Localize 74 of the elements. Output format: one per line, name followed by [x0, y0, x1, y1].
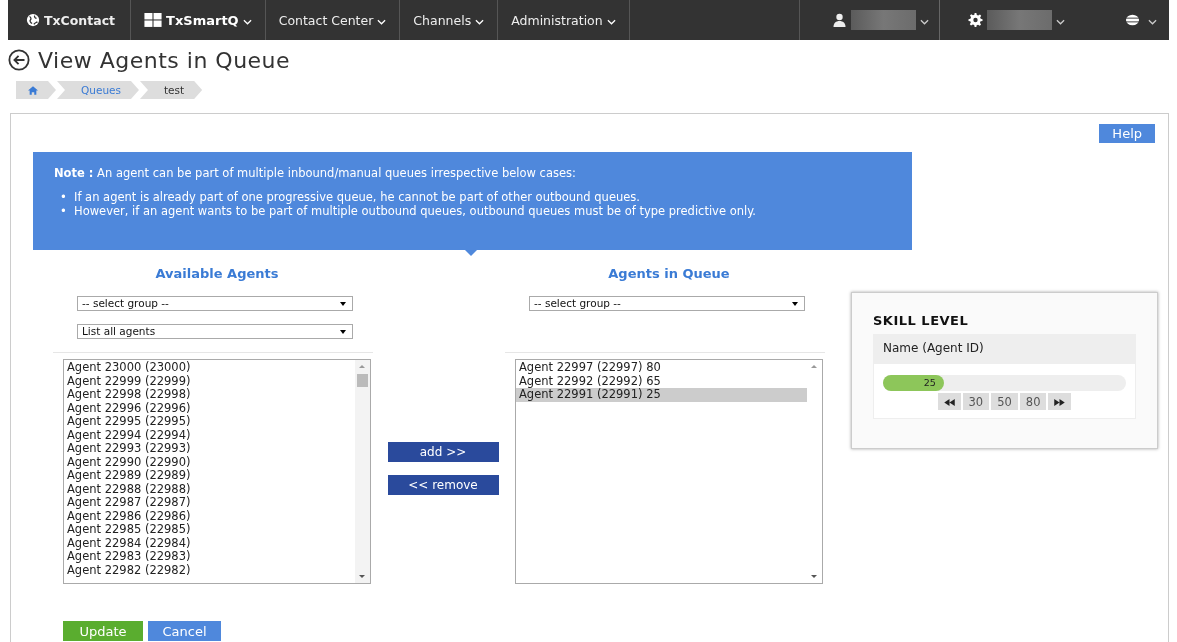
agent-option[interactable]: Agent 22983 (22983) — [64, 550, 355, 564]
preset-button[interactable]: 80 — [1019, 393, 1047, 410]
note-item: If an agent is already part of one progressive queue, he cannot be part of other outbound queues. — [74, 190, 640, 204]
home-icon — [28, 85, 38, 95]
chevron-icon — [1148, 18, 1157, 25]
globe-icon — [26, 13, 40, 27]
agent-option[interactable]: Agent 22987 (22987) — [64, 496, 355, 510]
filter-select[interactable]: List all agents — [77, 324, 353, 339]
page-title: View Agents in Queue — [38, 47, 291, 73]
slider-track[interactable]: 25 — [883, 375, 1126, 391]
chevron-icon — [606, 18, 616, 25]
remove-button[interactable]: << remove — [387, 475, 499, 495]
agent-option[interactable]: Agent 22990 (22990) — [64, 455, 355, 469]
dropdown-icon — [340, 302, 346, 306]
agent-option[interactable]: Agent 22996 (22996) — [64, 401, 355, 415]
agent-option[interactable]: Agent 22991 (22991) 25 — [516, 388, 807, 402]
preset-button[interactable]: 50 — [991, 393, 1018, 410]
agent-option[interactable]: Agent 22993 (22993) — [64, 442, 355, 456]
agent-option[interactable]: Agent 22995 (22995) — [64, 415, 355, 429]
agent-option[interactable]: Agent 22984 (22984) — [64, 536, 355, 550]
preset-button[interactable]: 30 — [962, 393, 990, 410]
increase-button[interactable] — [1048, 393, 1072, 410]
agent-option[interactable]: Agent 22999 (22999) — [64, 374, 355, 388]
agent-option[interactable]: Agent 22985 (22985) — [64, 523, 355, 537]
help-button[interactable]: Help — [1099, 124, 1155, 143]
settings-icon — [968, 13, 983, 27]
agent-option[interactable]: Agent 22994 (22994) — [64, 428, 355, 442]
nav-menu[interactable]: Channels — [400, 0, 498, 40]
dropdown-icon — [340, 330, 346, 334]
back-icon[interactable] — [8, 49, 30, 71]
user-icon — [832, 13, 847, 27]
globe-icon — [1125, 13, 1140, 27]
fast-forward-icon — [1054, 398, 1066, 406]
group-select[interactable]: -- select group -- — [529, 296, 805, 311]
agent-option[interactable]: Agent 22989 (22989) — [64, 469, 355, 483]
agent-option[interactable]: Agent 22986 (22986) — [64, 509, 355, 523]
nav-menu[interactable]: Administration — [498, 0, 629, 40]
nav-menu[interactable]: TxSmartQ — [131, 0, 265, 40]
slider-fill[interactable]: 25 — [883, 375, 944, 391]
decrease-button[interactable] — [937, 393, 961, 410]
agent-option[interactable]: Agent 22998 (22998) — [64, 388, 355, 402]
chevron-icon — [475, 18, 485, 25]
chevron-icon — [242, 18, 252, 25]
column-heading: Available Agents — [154, 266, 280, 282]
rewind-icon — [943, 398, 955, 406]
queue-agent-list[interactable]: Agent 22997 (22997) 80 Agent 22992 (22992) 65 Agent 22991 (22991) 25 — [515, 359, 823, 584]
chevron-icon — [377, 18, 387, 25]
breadcrumb-current[interactable]: test — [139, 81, 203, 99]
agent-option[interactable]: Agent 22992 (22992) 65 — [516, 374, 807, 388]
card-title: SKILL LEVEL — [873, 313, 970, 328]
column-header: Name (Agent ID) — [874, 335, 1135, 364]
agent-option[interactable]: Agent 22982 (22982) — [64, 563, 355, 577]
agent-option[interactable]: Agent 23000 (23000) — [64, 361, 355, 375]
dropdown-icon — [792, 302, 798, 306]
redacted-name — [987, 10, 1052, 30]
note-text: Note : An agent can be part of multiple inbound/manual queues irrespective below cases: — [54, 166, 577, 180]
add-button[interactable]: add >> — [387, 442, 499, 462]
bullet: • — [60, 190, 68, 204]
nav-menu[interactable]: Contact Center — [265, 0, 400, 40]
cancel-button[interactable]: Cancel — [148, 621, 221, 641]
redacted-name — [851, 10, 916, 30]
group-select[interactable]: -- select group -- — [77, 296, 353, 311]
chevron-icon — [920, 18, 929, 25]
column-heading: Agents in Queue — [607, 266, 731, 282]
grid-icon — [144, 12, 163, 28]
brand-link[interactable]: TxContact — [8, 0, 131, 40]
scrollbar[interactable] — [355, 360, 370, 583]
breadcrumb-home[interactable] — [16, 81, 56, 99]
agent-list[interactable] — [63, 359, 371, 584]
agent-option[interactable]: Agent 22988 (22988) — [64, 482, 355, 496]
note-item: However, if an agent wants to be part of multiple outbound queues, outbound queues must be of type predictive only. — [74, 204, 756, 218]
chevron-icon — [1056, 18, 1065, 25]
agent-option[interactable]: Agent 22997 (22997) 80 — [516, 361, 807, 375]
bullet: • — [60, 204, 68, 218]
